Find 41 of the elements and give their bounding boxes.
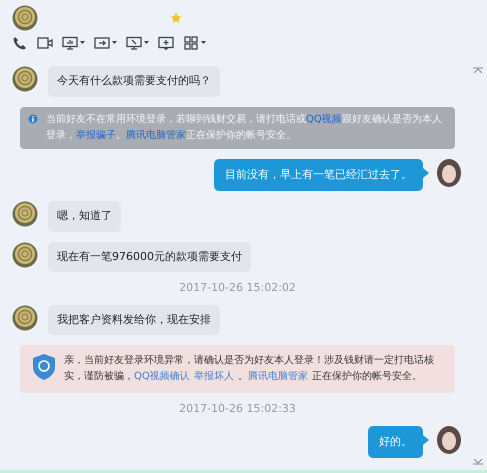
caret-icon[interactable] [80,41,85,45]
avatar [437,158,461,186]
avatar [12,242,38,268]
message-bubble: 好的。 [368,426,423,458]
apps-grid-icon[interactable] [183,36,199,50]
screen-share-icon[interactable] [126,36,142,50]
notice-link[interactable]: 举报坏人 [194,371,234,382]
presentation-icon[interactable] [62,36,78,50]
message-bubble: 今天有什么款项需要支付的吗？ [48,66,220,96]
phone-icon[interactable] [12,36,28,50]
bubble-tail [423,168,429,178]
notice-text: 当前好友不在常用环境登录，若聊到钱财交易，请打电话或QQ视频跟好友确认是否为本人登录，举报骗子。腾讯电脑管家正在保护你的帐号安全。 [46,112,443,142]
message-bubble: 嗯，知道了 [48,201,121,232]
notice-link[interactable]: QQ视频确认 [134,371,190,382]
bubble-tail [423,434,429,444]
notice-link[interactable]: QQ视频 [306,114,342,124]
notice-text: 亲，当前好友登录环境异常，请确认是否为好友本人登录！涉及钱财请一定打电话核实，谨防被骗，QQ视频确认 举报坏人 。腾讯电脑管家 正在保护你的帐号安全。 [64,354,435,384]
notice-link[interactable]: 腾讯电脑管家 [126,130,186,140]
video-camera-icon[interactable] [37,36,53,50]
star-icon [170,12,182,24]
caret-icon[interactable] [144,41,149,45]
caret-icon[interactable] [112,41,117,45]
avatar [12,304,38,330]
notice-link[interactable]: 举报骗子 [76,130,116,140]
info-icon [28,114,38,124]
scroll-down-icon[interactable] [473,459,483,465]
add-screen-icon[interactable] [158,36,174,50]
caret-icon[interactable] [201,41,206,45]
avatar [12,66,38,92]
file-transfer-icon[interactable] [94,36,110,50]
message-bubble: 目前没有，早上有一笔已经汇过去了。 [214,158,423,191]
avatar [437,426,461,454]
timestamp: 2017-10-26 15:02:33 [179,401,296,417]
message-bubble: 我把客户资料发给你，现在安排 [48,304,220,335]
timestamp: 2017-10-26 15:02:02 [179,280,296,296]
avatar [12,201,38,227]
shield-icon [32,353,56,381]
avatar [12,5,38,31]
notice-link[interactable]: 腾讯电脑管家 [248,371,308,382]
message-bubble: 现在有一笔976000元的款项需要支付 [48,242,251,272]
scroll-up-icon[interactable] [473,67,483,73]
